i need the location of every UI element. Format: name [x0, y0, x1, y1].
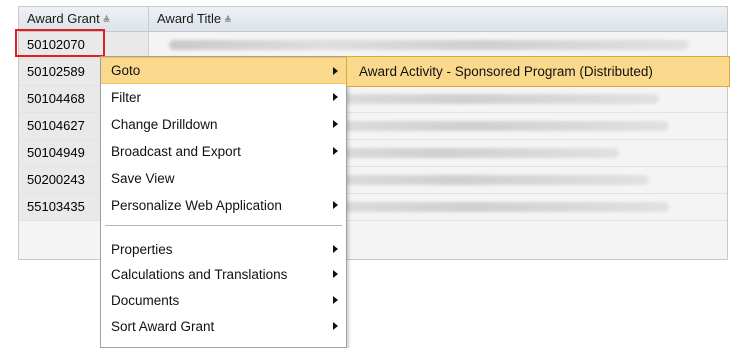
- menu-item-label: Calculations and Translations: [111, 267, 288, 282]
- table-header: Award Grant ≜ Award Title ≜: [19, 7, 727, 32]
- goto-submenu: Award Activity - Sponsored Program (Dist…: [346, 56, 730, 87]
- menu-item-label: Broadcast and Export: [111, 144, 241, 159]
- submenu-arrow-icon: [333, 245, 338, 253]
- menu-item-sort-award-grant[interactable]: Sort Award Grant: [101, 313, 346, 340]
- menu-item-personalize-web-application[interactable]: Personalize Web Application: [101, 192, 346, 219]
- menu-item-broadcast-and-export[interactable]: Broadcast and Export: [101, 138, 346, 165]
- submenu-arrow-icon: [333, 67, 338, 75]
- menu-item-calculations-and-translations[interactable]: Calculations and Translations: [101, 261, 346, 288]
- selected-cell-outline: [15, 29, 105, 57]
- menu-item-properties[interactable]: Properties: [101, 236, 346, 263]
- column-header-label: Award Title: [157, 11, 222, 26]
- menu-item-label: Filter: [111, 90, 141, 105]
- menu-item-change-drilldown[interactable]: Change Drilldown: [101, 111, 346, 138]
- menu-item-label: Documents: [111, 293, 180, 308]
- menu-item-save-view[interactable]: Save View: [101, 165, 346, 192]
- menu-item-label: Save View: [111, 171, 175, 186]
- menu-item-label: Goto: [111, 63, 141, 78]
- submenu-arrow-icon: [333, 147, 338, 155]
- submenu-arrow-icon: [333, 201, 338, 209]
- menu-item-label: Change Drilldown: [111, 117, 218, 132]
- menu-item-goto[interactable]: Goto: [101, 57, 346, 84]
- column-header-label: Award Grant: [27, 11, 100, 26]
- submenu-arrow-icon: [333, 120, 338, 128]
- menu-separator: [105, 225, 342, 226]
- submenu-arrow-icon: [333, 322, 338, 330]
- menu-item-label: Personalize Web Application: [111, 198, 282, 213]
- menu-item-documents[interactable]: Documents: [101, 287, 346, 314]
- submenu-arrow-icon: [333, 296, 338, 304]
- column-header-award-grant[interactable]: Award Grant ≜: [19, 7, 149, 31]
- column-header-award-title[interactable]: Award Title ≜: [149, 7, 727, 31]
- sort-indicator-icon[interactable]: ≜: [103, 15, 111, 25]
- submenu-arrow-icon: [333, 93, 338, 101]
- menu-item-label: Properties: [111, 242, 173, 257]
- table-row[interactable]: 50102070: [19, 32, 727, 59]
- menu-item-filter[interactable]: Filter: [101, 84, 346, 111]
- submenu-arrow-icon: [333, 270, 338, 278]
- menu-item-label: Sort Award Grant: [111, 319, 215, 334]
- submenu-item-award-activity[interactable]: Award Activity - Sponsored Program (Dist…: [359, 57, 653, 86]
- context-menu: Goto Filter Change Drilldown Broadcast a…: [100, 56, 347, 348]
- blurred-award-title: [169, 40, 689, 50]
- sort-indicator-icon[interactable]: ≜: [224, 15, 232, 25]
